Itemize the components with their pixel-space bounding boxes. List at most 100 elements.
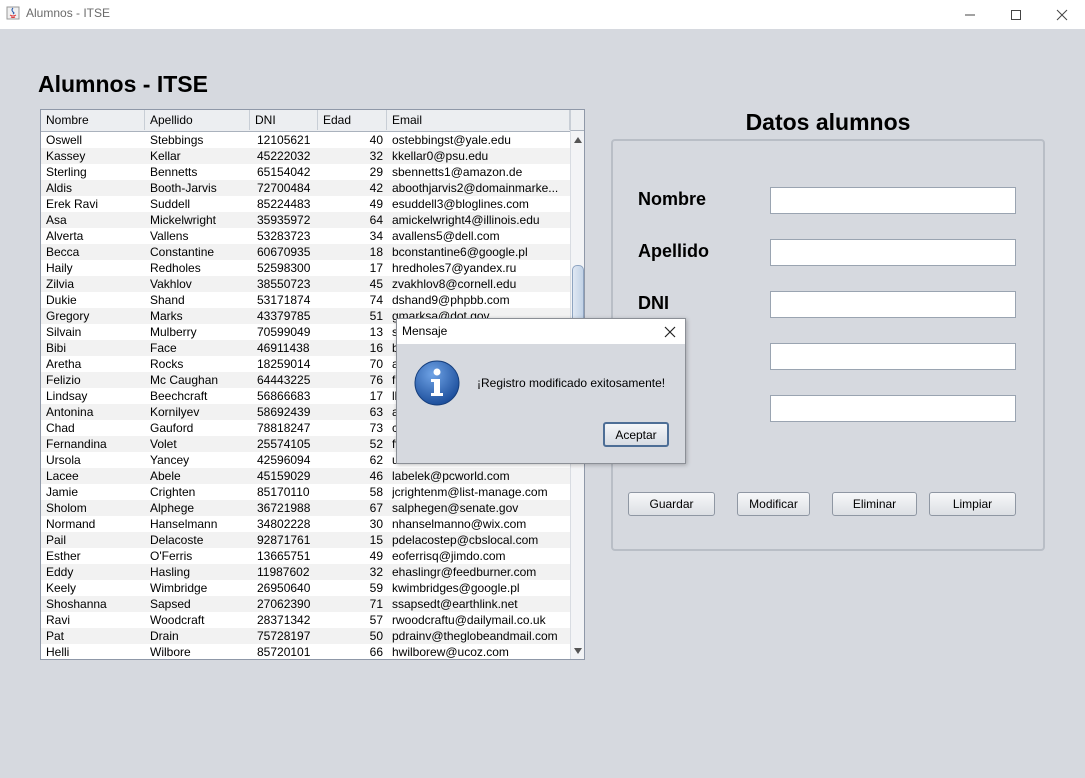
cell-apellido: Stebbings: [150, 133, 204, 147]
table-row[interactable]: Becca Constantine 60670935 18 bconstantine6@…: [41, 244, 570, 260]
cell-nombre: Oswell: [46, 133, 83, 147]
table-row[interactable]: Helli Wilbore 85720101 66 hwilborew@ucoz.com: [41, 644, 570, 659]
cell-dni: 45159029: [257, 469, 311, 483]
cell-nombre: Silvain: [46, 325, 82, 339]
cell-nombre: Fernandina: [46, 437, 107, 451]
table-row[interactable]: Dukie Shand 53171874 74 dshand9@phpbb.com: [41, 292, 570, 308]
cell-email: rwoodcraftu@dailymail.co.uk: [392, 613, 546, 627]
column-header-apellido[interactable]: Apellido: [145, 110, 250, 130]
table-row[interactable]: Alverta Vallens 53283723 34 avallens5@dell.c…: [41, 228, 570, 244]
cell-apellido: Drain: [150, 629, 179, 643]
page-title: Alumnos - ITSE: [38, 71, 208, 97]
cell-nombre: Aretha: [46, 357, 82, 371]
cell-edad: 15: [369, 533, 383, 547]
delete-button[interactable]: Eliminar: [832, 492, 917, 516]
column-header-nombre[interactable]: Nombre: [41, 110, 145, 130]
edad-input[interactable]: [770, 343, 1016, 370]
cell-email: aboothjarvis2@domainmarke...: [392, 181, 559, 195]
cell-nombre: Bibi: [46, 341, 67, 355]
clear-button[interactable]: Limpiar: [929, 492, 1016, 516]
table-row[interactable]: Esther O'Ferris 13665751 49 eoferrisq@jimdo.…: [41, 548, 570, 564]
dni-input[interactable]: [770, 291, 1016, 318]
cell-email: nhanselmanno@wix.com: [392, 517, 527, 531]
cell-edad: 66: [369, 645, 383, 659]
cell-apellido: Beechcraft: [150, 389, 208, 403]
cell-nombre: Becca: [46, 245, 80, 259]
table-row[interactable]: Eddy Hasling 11987602 32 ehaslingr@feedburne…: [41, 564, 570, 580]
cell-dni: 75728197: [257, 629, 311, 643]
cell-edad: 57: [369, 613, 383, 627]
label-dni: DNI: [638, 293, 669, 313]
table-row[interactable]: Sholom Alphege 36721988 67 salphegen@senate.…: [41, 500, 570, 516]
cell-email: pdrainv@theglobeandmail.com: [392, 629, 558, 643]
dialog-title: Mensaje: [402, 324, 448, 338]
table-row[interactable]: Shoshanna Sapsed 27062390 71 ssapsedt@earthl…: [41, 596, 570, 612]
apellido-input[interactable]: [770, 239, 1016, 266]
table-row[interactable]: Pail Delacoste 92871761 15 pdelacostep@cbslo…: [41, 532, 570, 548]
cell-dni: 43379785: [257, 309, 311, 323]
table-row[interactable]: Ravi Woodcraft 28371342 57 rwoodcraftu@daily…: [41, 612, 570, 628]
cell-email: dshand9@phpbb.com: [392, 293, 510, 307]
cell-email: eoferrisq@jimdo.com: [392, 549, 506, 563]
cell-dni: 25574105: [257, 437, 311, 451]
label-apellido: Apellido: [638, 241, 709, 261]
column-header-email[interactable]: Email: [387, 110, 570, 130]
column-header-dni[interactable]: DNI: [250, 110, 318, 130]
cell-nombre: Jamie: [46, 485, 79, 499]
nombre-input[interactable]: [770, 187, 1016, 214]
table-row[interactable]: Asa Mickelwright 35935972 64 amickelwright4@…: [41, 212, 570, 228]
table-row[interactable]: Haily Redholes 52598300 17 hredholes7@yandex…: [41, 260, 570, 276]
table-row[interactable]: Keely Wimbridge 26950640 59 kwimbridges@goog…: [41, 580, 570, 596]
cell-email: kwimbridges@google.pl: [392, 581, 520, 595]
cell-edad: 30: [369, 517, 383, 531]
table-row[interactable]: Jamie Crighten 85170110 58 jcrightenm@list-m…: [41, 484, 570, 500]
table-row[interactable]: Aldis Booth-Jarvis 72700484 42 aboothjarvis2…: [41, 180, 570, 196]
email-input[interactable]: [770, 395, 1016, 422]
save-button[interactable]: Guardar: [628, 492, 715, 516]
cell-dni: 58692439: [257, 405, 311, 419]
cell-nombre: Asa: [46, 213, 67, 227]
maximize-button[interactable]: [993, 0, 1039, 29]
cell-apellido: O'Ferris: [150, 549, 193, 563]
cell-nombre: Lindsay: [46, 389, 88, 403]
cell-apellido: Hanselmann: [150, 517, 218, 531]
cell-email: amickelwright4@illinois.edu: [392, 213, 540, 227]
cell-dni: 92871761: [257, 533, 311, 547]
cell-dni: 85720101: [257, 645, 311, 659]
table-row[interactable]: Zilvia Vakhlov 38550723 45 zvakhlov8@cornell…: [41, 276, 570, 292]
cell-dni: 11987602: [257, 565, 310, 579]
scroll-up-arrow-icon[interactable]: [574, 137, 582, 143]
cell-email: esuddell3@bloglines.com: [392, 197, 529, 211]
table-row[interactable]: Sterling Bennetts 65154042 29 sbennetts1@ama…: [41, 164, 570, 180]
cell-edad: 74: [369, 293, 383, 307]
minimize-button[interactable]: [947, 0, 993, 29]
cell-email: ostebbingst@yale.edu: [392, 133, 511, 147]
cell-apellido: Delacoste: [150, 533, 204, 547]
column-header-edad[interactable]: Edad: [318, 110, 387, 130]
cell-dni: 85224483: [257, 197, 311, 211]
panel-title: Datos alumnos: [745, 109, 911, 135]
cell-apellido: Wilbore: [150, 645, 191, 659]
table-row[interactable]: Normand Hanselmann 34802228 30 nhanselmanno@…: [41, 516, 570, 532]
table-row[interactable]: Oswell Stebbings 12105621 40 ostebbingst@yal…: [41, 132, 570, 148]
accept-button[interactable]: Aceptar: [603, 422, 669, 447]
dialog-message: ¡Registro modificado exitosamente!: [477, 376, 666, 390]
cell-apellido: Rocks: [150, 357, 184, 371]
close-icon[interactable]: [661, 323, 679, 341]
cell-apellido: Booth-Jarvis: [150, 181, 217, 195]
cell-nombre: Antonina: [46, 405, 94, 419]
cell-apellido: Marks: [150, 309, 183, 323]
cell-dni: 64443225: [257, 373, 311, 387]
cell-dni: 26950640: [257, 581, 311, 595]
cell-nombre: Erek Ravi: [46, 197, 99, 211]
scroll-down-arrow-icon[interactable]: [574, 648, 582, 654]
cell-edad: 29: [369, 165, 383, 179]
table-row[interactable]: Erek Ravi Suddell 85224483 49 esuddell3@blog…: [41, 196, 570, 212]
table-row[interactable]: Lacee Abele 45159029 46 labelek@pcworld.com: [41, 468, 570, 484]
table-row[interactable]: Pat Drain 75728197 50 pdrainv@theglobeandmai…: [41, 628, 570, 644]
cell-apellido: Face: [150, 341, 177, 355]
modify-button[interactable]: Modificar: [737, 492, 810, 516]
table-row[interactable]: Kassey Kellar 45222032 32 kkellar0@psu.edu: [41, 148, 570, 164]
close-button[interactable]: [1039, 0, 1085, 29]
java-icon: [6, 6, 20, 20]
